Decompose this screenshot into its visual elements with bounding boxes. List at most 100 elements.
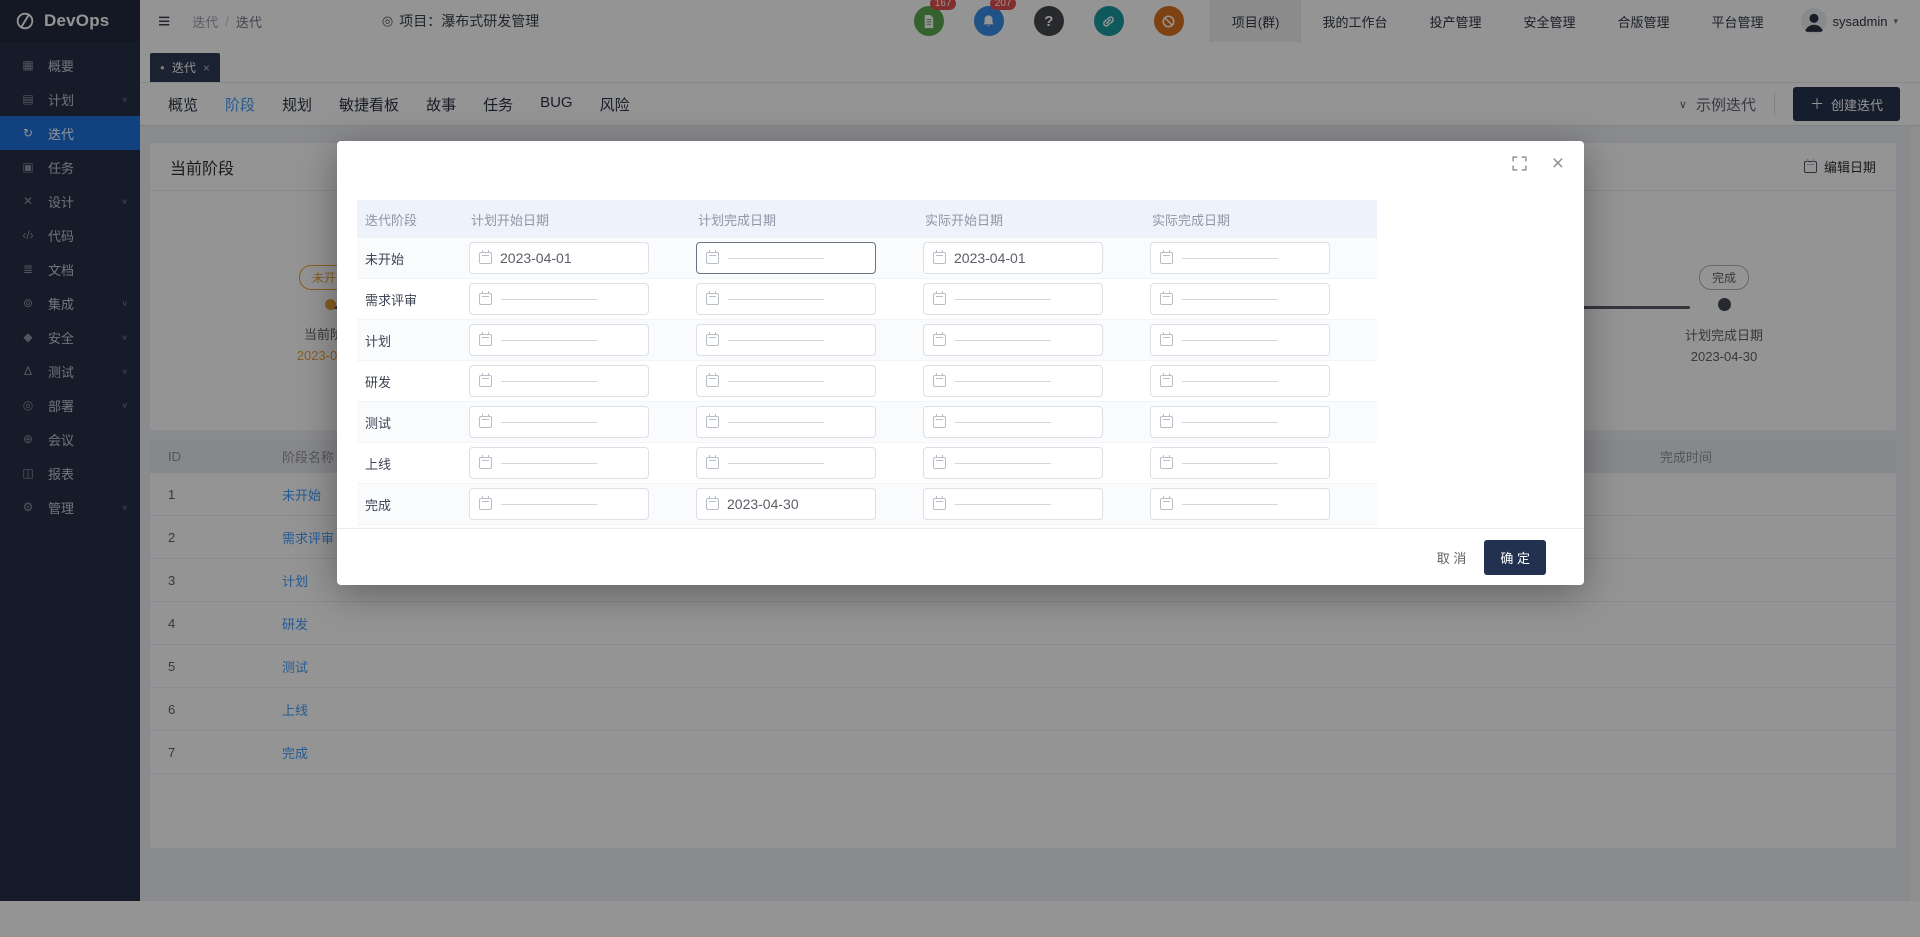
empty-date-placeholder — [501, 504, 597, 505]
cancel-button[interactable]: 取 消 — [1437, 548, 1467, 567]
calendar-icon — [706, 457, 719, 469]
empty-date-placeholder — [955, 381, 1051, 382]
modal-row: 测试 — [357, 402, 1377, 443]
date-input-plan-start[interactable] — [469, 324, 649, 356]
modal-row-phase-label: 完成 — [357, 495, 469, 514]
modal-row-phase-label: 研发 — [357, 372, 469, 391]
modal-cell-actual-start — [923, 324, 1150, 356]
date-input-plan-end[interactable] — [696, 447, 876, 479]
empty-date-placeholder — [501, 299, 597, 300]
modal-cell-actual-start — [923, 365, 1150, 397]
date-input-actual-end[interactable] — [1150, 406, 1330, 438]
calendar-icon — [479, 416, 492, 428]
modal-row-phase-label: 计划 — [357, 331, 469, 350]
modal-cell-actual-start — [923, 447, 1150, 479]
date-input-plan-start[interactable] — [469, 488, 649, 520]
empty-date-placeholder — [728, 381, 824, 382]
date-input-actual-end[interactable] — [1150, 324, 1330, 356]
modal-cell-plan-start — [469, 283, 696, 315]
modal-column-header: 计划开始日期 — [469, 210, 696, 229]
date-input-actual-end[interactable] — [1150, 242, 1330, 274]
empty-date-placeholder — [501, 463, 597, 464]
date-input-actual-end[interactable] — [1150, 283, 1330, 315]
calendar-icon — [1160, 375, 1173, 387]
modal-cell-actual-end — [1150, 365, 1377, 397]
date-input-actual-start[interactable] — [923, 447, 1103, 479]
empty-date-placeholder — [955, 299, 1051, 300]
date-input-actual-start[interactable] — [923, 365, 1103, 397]
modal-row: 未开始 2023-04-01 2023-04-01 — [357, 238, 1377, 279]
modal-column-header: 计划完成日期 — [696, 210, 923, 229]
modal-tools: × — [1511, 155, 1564, 172]
date-input-actual-end[interactable] — [1150, 447, 1330, 479]
calendar-icon — [1160, 498, 1173, 510]
date-input-actual-start[interactable] — [923, 488, 1103, 520]
empty-date-placeholder — [501, 381, 597, 382]
date-input-plan-start[interactable] — [469, 283, 649, 315]
date-input-actual-start[interactable] — [923, 324, 1103, 356]
date-input-plan-end[interactable] — [696, 324, 876, 356]
fullscreen-icon[interactable] — [1511, 155, 1528, 172]
modal-column-header: 迭代阶段 — [357, 210, 469, 229]
date-input-actual-start[interactable] — [923, 406, 1103, 438]
date-input-plan-start[interactable] — [469, 406, 649, 438]
modal-row: 完成 2023-04-30 — [357, 484, 1377, 525]
date-value: 2023-04-30 — [727, 496, 799, 512]
empty-date-placeholder — [1182, 299, 1278, 300]
date-input-plan-end[interactable] — [696, 283, 876, 315]
empty-date-placeholder — [728, 340, 824, 341]
modal-cell-actual-end — [1150, 283, 1377, 315]
modal-column-header: 实际开始日期 — [923, 210, 1150, 229]
modal-cell-actual-end — [1150, 242, 1377, 274]
empty-date-placeholder — [1182, 340, 1278, 341]
calendar-icon — [933, 498, 946, 510]
modal-cell-plan-start — [469, 447, 696, 479]
modal-cell-plan-start — [469, 324, 696, 356]
date-value: 2023-04-01 — [500, 250, 572, 266]
date-input-actual-start[interactable] — [923, 283, 1103, 315]
date-input-plan-start[interactable]: 2023-04-01 — [469, 242, 649, 274]
empty-date-placeholder — [955, 463, 1051, 464]
modal-cell-plan-start — [469, 365, 696, 397]
modal-cell-plan-end — [696, 447, 923, 479]
date-value: 2023-04-01 — [954, 250, 1026, 266]
modal-table-header: 迭代阶段计划开始日期计划完成日期实际开始日期实际完成日期 — [357, 200, 1377, 238]
modal-cell-plan-start: 2023-04-01 — [469, 242, 696, 274]
close-icon[interactable]: × — [1552, 156, 1564, 172]
calendar-icon — [1160, 457, 1173, 469]
confirm-button[interactable]: 确 定 — [1484, 540, 1546, 575]
date-input-plan-start[interactable] — [469, 365, 649, 397]
empty-date-placeholder — [728, 258, 824, 259]
date-input-plan-end[interactable] — [696, 242, 876, 274]
date-input-actual-end[interactable] — [1150, 488, 1330, 520]
modal-cell-actual-start — [923, 406, 1150, 438]
empty-date-placeholder — [1182, 422, 1278, 423]
date-input-plan-start[interactable] — [469, 447, 649, 479]
modal-cell-plan-end — [696, 283, 923, 315]
calendar-icon — [1160, 293, 1173, 305]
date-input-plan-end[interactable]: 2023-04-30 — [696, 488, 876, 520]
modal-cell-plan-end — [696, 365, 923, 397]
calendar-icon — [1160, 334, 1173, 346]
date-input-plan-end[interactable] — [696, 365, 876, 397]
date-input-plan-end[interactable] — [696, 406, 876, 438]
calendar-icon — [706, 334, 719, 346]
modal-date-table: 迭代阶段计划开始日期计划完成日期实际开始日期实际完成日期 未开始 2023-04-… — [357, 200, 1377, 525]
modal-row: 需求评审 — [357, 279, 1377, 320]
date-input-actual-end[interactable] — [1150, 365, 1330, 397]
date-input-actual-start[interactable]: 2023-04-01 — [923, 242, 1103, 274]
modal-cell-plan-start — [469, 406, 696, 438]
calendar-icon — [706, 252, 719, 264]
empty-date-placeholder — [1182, 504, 1278, 505]
modal-row-phase-label: 未开始 — [357, 249, 469, 268]
calendar-icon — [479, 498, 492, 510]
modal-row-phase-label: 需求评审 — [357, 290, 469, 309]
empty-date-placeholder — [955, 340, 1051, 341]
modal-column-header: 实际完成日期 — [1150, 210, 1377, 229]
modal-cell-plan-end: 2023-04-30 — [696, 488, 923, 520]
empty-date-placeholder — [1182, 463, 1278, 464]
modal-row-phase-label: 上线 — [357, 454, 469, 473]
edit-dates-modal: × 迭代阶段计划开始日期计划完成日期实际开始日期实际完成日期 未开始 2023-0… — [337, 141, 1584, 585]
modal-cell-actual-end — [1150, 488, 1377, 520]
calendar-icon — [706, 375, 719, 387]
